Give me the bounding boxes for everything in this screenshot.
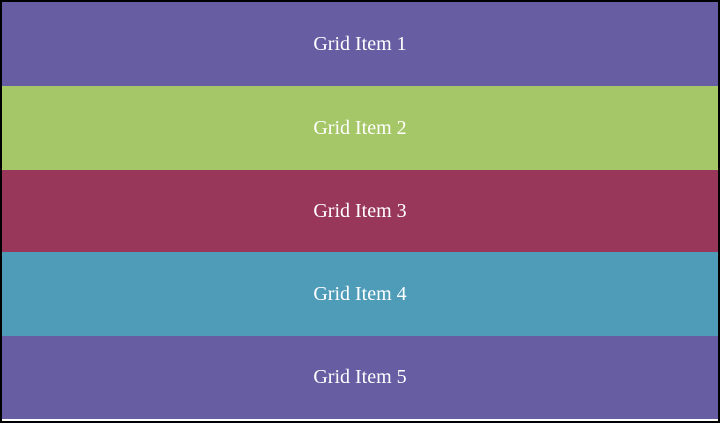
grid-item-1: Grid Item 1 — [2, 2, 718, 86]
grid-item-2: Grid Item 2 — [2, 86, 718, 170]
grid-item-3: Grid Item 3 — [2, 170, 718, 252]
grid-item-5: Grid Item 5 — [2, 336, 718, 419]
grid-item-4: Grid Item 4 — [2, 252, 718, 336]
grid-container: Grid Item 1 Grid Item 2 Grid Item 3 Grid… — [0, 0, 720, 423]
